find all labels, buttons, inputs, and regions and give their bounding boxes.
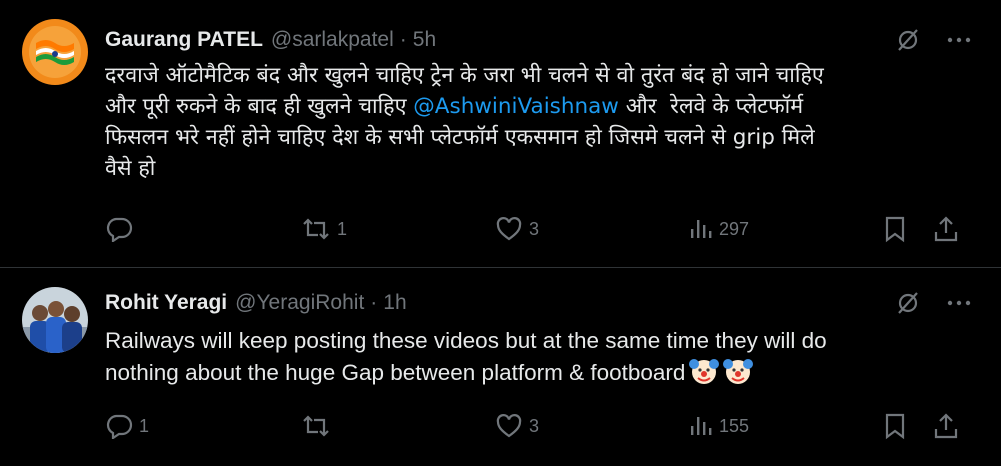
heart-icon	[495, 216, 523, 242]
grok-slash-icon[interactable]	[895, 290, 921, 316]
like-button[interactable]: 3	[495, 214, 539, 244]
timestamp[interactable]: 1h	[383, 291, 406, 315]
like-count: 3	[529, 218, 540, 239]
tweet-text: Railways will keep posting these videos …	[105, 325, 965, 394]
clown-face-icon	[689, 356, 720, 394]
bookmark-button[interactable]	[883, 411, 907, 441]
mention-link[interactable]: @AshwiniVaishnaw	[413, 94, 619, 119]
retweet-button[interactable]	[301, 411, 337, 441]
display-name[interactable]: Gaurang PATEL	[105, 28, 263, 52]
user-handle[interactable]: @YeragiRohit	[235, 291, 364, 315]
action-bar: 1 3 155	[105, 411, 971, 441]
avatar[interactable]	[22, 19, 88, 85]
more-dots-icon[interactable]	[947, 36, 971, 44]
bookmark-icon	[883, 215, 907, 243]
views-button[interactable]: 297	[689, 214, 749, 244]
clown-face-icon	[723, 356, 754, 394]
share-button[interactable]	[933, 411, 959, 441]
views-icon	[689, 216, 713, 242]
grok-slash-icon[interactable]	[895, 27, 921, 53]
views-button[interactable]: 155	[689, 411, 749, 441]
timestamp[interactable]: 5h	[413, 28, 436, 52]
share-icon	[933, 215, 959, 243]
like-button[interactable]: 3	[495, 411, 539, 441]
like-count: 3	[529, 415, 540, 436]
reply-icon	[105, 413, 133, 439]
reply-button[interactable]: 1	[105, 411, 149, 441]
reply-button[interactable]	[105, 214, 139, 244]
user-handle[interactable]: @sarlakpatel	[271, 28, 394, 52]
retweet-icon	[301, 216, 331, 242]
avatar[interactable]	[22, 287, 88, 353]
tweet[interactable]: Gaurang PATEL @sarlakpatel · 5h दरवाजे ऑ…	[0, 0, 1001, 268]
share-icon	[933, 412, 959, 440]
retweet-count: 1	[337, 218, 348, 239]
heart-icon	[495, 413, 523, 439]
reply-count: 1	[139, 415, 150, 436]
retweet-button[interactable]: 1	[301, 214, 347, 244]
tweet[interactable]: Rohit Yeragi @YeragiRohit · 1h Railways …	[0, 268, 1001, 466]
share-button[interactable]	[933, 214, 959, 244]
retweet-icon	[301, 413, 331, 439]
more-dots-icon[interactable]	[947, 299, 971, 307]
separator: ·	[370, 291, 378, 314]
view-count: 155	[719, 415, 750, 436]
views-icon	[689, 413, 713, 439]
display-name[interactable]: Rohit Yeragi	[105, 291, 227, 315]
bookmark-button[interactable]	[883, 214, 907, 244]
action-bar: 1 3 297	[105, 214, 971, 244]
separator: ·	[399, 28, 407, 51]
tweet-text: दरवाजे ऑटोमैटिक बंद और खुलने चाहिए ट्रेन…	[105, 63, 824, 181]
reply-icon	[105, 216, 133, 242]
view-count: 297	[719, 218, 750, 239]
bookmark-icon	[883, 412, 907, 440]
